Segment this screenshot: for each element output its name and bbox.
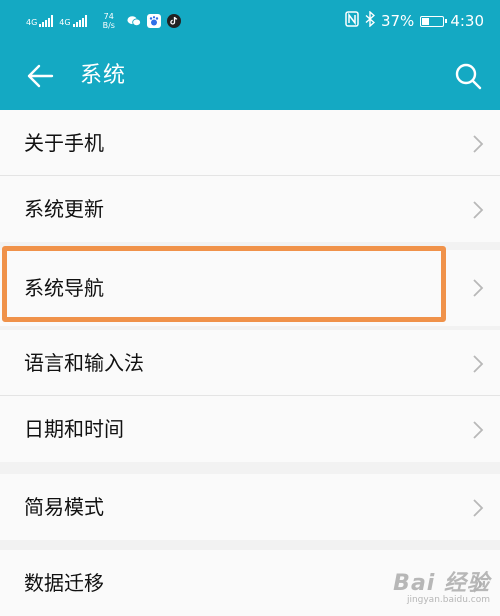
chevron-right-icon xyxy=(472,574,484,594)
chevron-right-icon xyxy=(472,498,484,518)
network-type-2: 4G xyxy=(59,18,71,27)
settings-group-5: 数据迁移 xyxy=(0,550,500,616)
network-type-1: 4G xyxy=(26,18,38,27)
setting-row-data-migration[interactable]: 数据迁移 xyxy=(0,550,500,616)
setting-row-system-update[interactable]: 系统更新 xyxy=(0,176,500,242)
signal-icon xyxy=(72,15,87,27)
setting-label: 日期和时间 xyxy=(24,417,124,441)
chevron-right-icon xyxy=(472,200,484,220)
settings-group-3: 语言和输入法 日期和时间 xyxy=(0,330,500,462)
signal-1: 4G xyxy=(26,15,54,27)
signal-icon xyxy=(39,15,54,27)
settings-group-2: 系统导航 xyxy=(0,250,500,326)
setting-row-simple-mode[interactable]: 简易模式 xyxy=(0,474,500,540)
battery-fill xyxy=(422,17,430,25)
tiktok-icon xyxy=(166,14,181,28)
status-left: 4G 4G 74 B/s xyxy=(26,12,181,30)
setting-row-system-navigation[interactable]: 系统导航 xyxy=(0,250,500,326)
setting-row-language-input[interactable]: 语言和输入法 xyxy=(0,330,500,396)
chevron-right-icon xyxy=(472,134,484,154)
chevron-right-icon xyxy=(472,278,484,298)
nfc-icon xyxy=(345,11,359,31)
network-speed: 74 B/s xyxy=(103,12,115,30)
chevron-right-icon xyxy=(472,354,484,374)
clock: 4:30 xyxy=(450,12,484,30)
chevron-right-icon xyxy=(472,420,484,440)
setting-label: 系统更新 xyxy=(24,197,104,221)
setting-label: 语言和输入法 xyxy=(24,351,144,375)
settings-group-4: 简易模式 xyxy=(0,474,500,540)
search-icon[interactable] xyxy=(454,62,482,90)
status-right: 37% 4:30 xyxy=(345,0,484,42)
signal-2: 4G xyxy=(59,15,87,27)
settings-group-1: 关于手机 系统更新 xyxy=(0,110,500,242)
network-speed-unit: B/s xyxy=(102,21,115,30)
status-bar: 4G 4G 74 B/s 37% 4:30 xyxy=(0,0,500,42)
baidu-icon xyxy=(146,14,161,28)
network-speed-value: 74 xyxy=(103,12,114,21)
bluetooth-icon xyxy=(365,10,376,31)
page-title: 系统 xyxy=(80,63,127,88)
battery-percent: 37% xyxy=(380,12,415,30)
setting-row-about-phone[interactable]: 关于手机 xyxy=(0,110,500,176)
setting-label: 简易模式 xyxy=(24,495,104,519)
battery-icon xyxy=(420,15,448,27)
app-bar: 系统 xyxy=(0,42,500,110)
setting-label: 系统导航 xyxy=(24,276,104,300)
setting-row-date-time[interactable]: 日期和时间 xyxy=(0,396,500,462)
setting-label: 数据迁移 xyxy=(24,571,104,595)
wechat-icon xyxy=(127,14,141,28)
arrow-left-icon[interactable] xyxy=(26,62,54,90)
setting-label: 关于手机 xyxy=(24,131,104,155)
